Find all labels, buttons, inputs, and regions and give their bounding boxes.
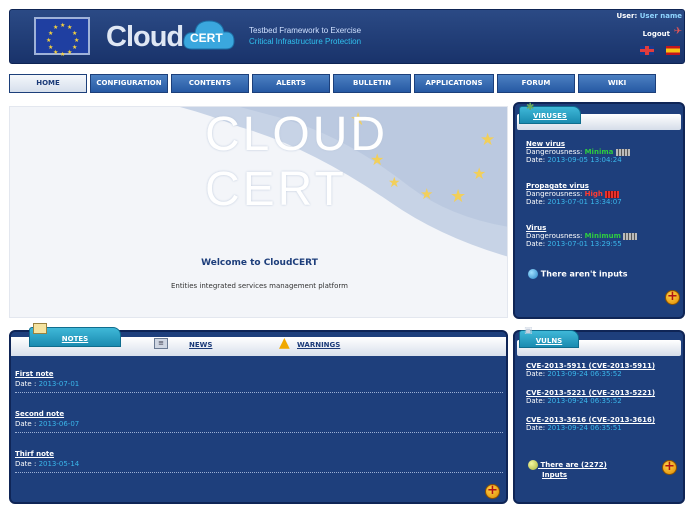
virus-title[interactable]: New virus (526, 140, 630, 148)
vuln-title[interactable]: CVE-2013-5221 (CVE-2013-5221) (526, 389, 684, 397)
vuln-date: 2013-09-24 06:35:52 (547, 397, 622, 405)
main-navigation: HOME CONFIGURATION CONTENTS ALERTS BULLE… (9, 74, 685, 94)
date-label: Date: (526, 370, 546, 378)
welcome-subtitle: Entities integrated services management … (171, 282, 348, 290)
vulns-count-line-1: There are (2272) (540, 461, 607, 469)
vuln-icon: ▣ (524, 326, 533, 336)
note-title[interactable]: First note (15, 370, 503, 378)
dangerousness-label: Dangerousness: (526, 190, 583, 198)
vulns-count-line-2: Inputs (542, 471, 568, 479)
vuln-item: CVE-2013-3616 (CVE-2013-3616) Date: 2013… (526, 416, 684, 432)
info-globe-icon (528, 460, 538, 470)
info-globe-icon (528, 269, 538, 279)
date-label: Date: (526, 198, 546, 206)
logout-link[interactable]: Logout (643, 30, 670, 38)
vuln-date: 2013-09-24 06:35:51 (547, 424, 622, 432)
date-label: Date: (526, 424, 546, 432)
add-note-button[interactable]: + (485, 484, 500, 499)
user-info: User: User name (616, 12, 682, 20)
virus-date: 2013-07-01 13:29:55 (547, 240, 622, 248)
danger-meter-icon (623, 232, 638, 240)
welcome-heading: Welcome to CloudCERT (201, 258, 318, 268)
notes-tab-label: NOTES (61, 335, 89, 343)
date-label: Date : (15, 380, 37, 388)
logout-icon[interactable]: ✈ (674, 26, 682, 37)
welcome-banner: ★ ★ ★ ★ ★ ★ ★ CLOUD CERT Welcome to Clou… (9, 106, 508, 318)
viruses-tab-label: VIRUSES (533, 112, 567, 120)
dangerousness-level: Minimum (584, 232, 621, 240)
viruses-empty-text: There aren't inputs (540, 269, 628, 279)
nav-tab-bulletin[interactable]: BULLETIN (333, 74, 411, 93)
virus-date: 2013-09-05 13:04:24 (547, 156, 622, 164)
viruses-empty-note: There aren't inputs (528, 269, 628, 279)
note-date: 2013-07-01 (38, 380, 80, 388)
viruses-panel: VIRUSES ✱ New virus Dangerousness: Minim… (513, 102, 685, 319)
spanish-flag-icon[interactable] (666, 46, 680, 55)
nav-tab-forum[interactable]: FORUM (497, 74, 575, 93)
nav-tab-contents[interactable]: CONTENTS (171, 74, 249, 93)
date-label: Date: (526, 156, 546, 164)
warning-icon: ▲ (279, 335, 290, 351)
note-item: Thirf note Date : 2013-05-14 (15, 450, 503, 473)
nav-tab-alerts[interactable]: ALERTS (252, 74, 330, 93)
note-title[interactable]: Thirf note (15, 450, 503, 458)
nav-tab-applications[interactable]: APPLICATIONS (414, 74, 494, 93)
bug-icon: ✱ (526, 102, 535, 113)
vulns-tab-label: VULNS (535, 337, 563, 345)
vuln-title[interactable]: CVE-2013-3616 (CVE-2013-3616) (526, 416, 684, 424)
warnings-tab[interactable]: WARNINGS (297, 341, 340, 349)
dangerousness-label: Dangerousness: (526, 232, 583, 240)
site-header: ★ ★ ★ ★ ★ ★ ★ ★ ★ ★ ★ ★ Cloud CERT Testb… (9, 9, 685, 64)
note-item: Second note Date : 2013-06-07 (15, 410, 503, 433)
vuln-item: CVE-2013-5911 (CVE-2013-5911) Date: 2013… (526, 362, 684, 378)
note-item: First note Date : 2013-07-01 (15, 370, 503, 393)
nav-tab-wiki[interactable]: WIKI (578, 74, 656, 93)
add-vuln-button[interactable]: + (662, 460, 677, 475)
user-name: User name (639, 12, 682, 20)
virus-title[interactable]: Virus (526, 224, 637, 232)
note-title[interactable]: Second note (15, 410, 503, 418)
virus-item: New virus Dangerousness: Minima Date: 20… (526, 140, 630, 164)
vuln-date: 2013-09-24 06:35:52 (547, 370, 622, 378)
virus-title[interactable]: Propagate virus (526, 182, 622, 190)
tagline-line-2: Critical Infrastructure Protection (249, 37, 362, 46)
news-tab[interactable]: NEWS (189, 341, 212, 349)
virus-item: Virus Dangerousness: Minimum Date: 2013-… (526, 224, 638, 248)
note-date: 2013-06-07 (38, 420, 80, 428)
vulns-count-note[interactable]: There are (2272) Inputs (528, 460, 607, 480)
english-flag-icon[interactable] (640, 46, 654, 55)
danger-meter-icon (615, 148, 630, 156)
user-label: User: (616, 12, 638, 20)
nav-tab-home[interactable]: HOME (9, 74, 87, 93)
date-label: Date : (15, 460, 37, 468)
danger-meter-icon (605, 190, 620, 198)
virus-date: 2013-07-01 13:34:07 (547, 198, 622, 206)
note-icon (33, 323, 47, 334)
vuln-item: CVE-2013-5221 (CVE-2013-5221) Date: 2013… (526, 389, 684, 405)
logo-badge: CERT (190, 31, 223, 45)
vuln-title[interactable]: CVE-2013-5911 (CVE-2013-5911) (526, 362, 684, 370)
date-label: Date : (15, 420, 37, 428)
date-label: Date: (526, 397, 546, 405)
date-label: Date: (526, 240, 546, 248)
notes-panel: NOTES ≡ NEWS ▲ WARNINGS First note Date … (9, 323, 508, 504)
dangerousness-label: Dangerousness: (526, 148, 583, 156)
eu-flag-logo: ★ ★ ★ ★ ★ ★ ★ ★ ★ ★ ★ ★ (34, 17, 90, 58)
dangerousness-level: High (584, 190, 603, 198)
newspaper-icon: ≡ (154, 338, 168, 349)
virus-item: Propagate virus Dangerousness: High Date… (526, 182, 622, 206)
dangerousness-level: Minima (584, 148, 614, 156)
add-virus-button[interactable]: + (665, 290, 680, 305)
tagline-line-1: Testbed Framework to Exercise (249, 26, 362, 35)
nav-tab-configuration[interactable]: CONFIGURATION (90, 74, 168, 93)
vulns-panel: VULNS ▣ CVE-2013-5911 (CVE-2013-5911) Da… (513, 326, 685, 504)
banner-title: CLOUD CERT (205, 108, 389, 216)
note-date: 2013-05-14 (38, 460, 80, 468)
logo-word: Cloud (106, 21, 184, 53)
